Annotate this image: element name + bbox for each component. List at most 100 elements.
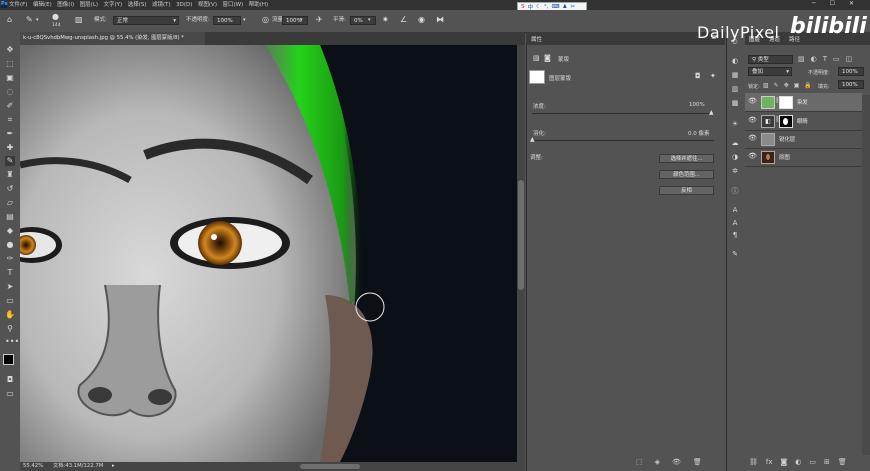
visibility-eye-icon[interactable]: 👁 [748,152,757,160]
invert-button[interactable]: 反相 [659,186,714,195]
flow-input[interactable]: 100% [282,16,308,25]
gradients-panel-icon[interactable]: ▥ [730,84,740,94]
ime-keyboard-icon[interactable]: ⌨ [551,4,559,10]
density-slider-track[interactable] [532,113,714,114]
menu-type[interactable]: 文字(Y) [104,1,128,9]
color-panel-icon[interactable]: ◐ [730,56,740,66]
patterns-panel-icon[interactable]: ▩ [730,98,740,108]
type-tool-icon[interactable]: T [5,268,15,278]
opacity-dropdown-icon[interactable]: ▾ [243,15,246,25]
apply-mask-icon[interactable]: ◈ [655,458,660,466]
color-range-button[interactable]: 颜色范围... [659,170,714,179]
artboard-tool-icon[interactable]: ▣ [5,73,15,83]
ime-punct-icon[interactable]: °, [544,4,549,10]
mode-select[interactable]: 正常 ▾ [113,16,179,25]
character-panel-icon[interactable]: A [730,205,740,215]
brushes-panel-icon[interactable]: ✎ [730,249,740,259]
new-group-icon[interactable]: ▭ [809,458,816,471]
feather-slider-track[interactable] [532,140,714,141]
healing-tool-icon[interactable]: ✚ [5,143,15,153]
path-select-tool-icon[interactable]: ➤ [5,282,15,292]
document-canvas[interactable] [20,45,517,462]
visibility-eye-icon[interactable]: 👁 [748,116,757,124]
filter-shape-icon[interactable]: ▭ [833,55,840,63]
link-layers-icon[interactable]: ⛓ [749,458,758,471]
menu-select[interactable]: 选择(S) [128,1,152,9]
lasso-tool-icon[interactable]: ◌ [5,87,15,97]
density-slider-handle-icon[interactable]: ▲ [709,109,714,116]
visibility-eye-icon[interactable]: 👁 [748,97,757,105]
new-layer-icon[interactable]: ⊞ [824,458,830,471]
layer-mask-thumbnail[interactable] [779,96,793,109]
add-mask-icon[interactable]: ◙ [781,458,788,471]
more-tools-icon[interactable]: ••• [5,337,19,347]
hand-tool-icon[interactable]: ✋ [5,310,15,320]
home-icon[interactable]: ⌂ [7,15,12,25]
blend-mode-select[interactable]: 叠加 ▾ [748,67,792,76]
history-brush-tool-icon[interactable]: ↺ [5,184,15,194]
move-tool-icon[interactable]: ✥ [5,45,15,55]
delete-layer-icon[interactable]: 🗑 [838,458,847,471]
vector-mask-icon[interactable]: ◙ [544,54,551,62]
ime-tools-icon[interactable]: ✂ [570,4,575,10]
layer-row[interactable]: 👁 原图 [745,148,862,167]
symmetry-icon[interactable]: ⧓ [436,15,444,25]
menu-image[interactable]: 图像(I) [57,1,79,9]
stamp-tool-icon[interactable]: ♜ [5,170,15,180]
menu-file[interactable]: 文件(F) [9,1,33,9]
lock-position-icon[interactable]: ✥ [784,82,789,89]
libraries-panel-icon[interactable]: ☁ [730,138,740,148]
foreground-color-swatch[interactable] [3,354,14,365]
menu-layer[interactable]: 图层(L) [80,1,104,9]
layer-row[interactable]: 👁 ◧ ⛓ 眼睛 [745,112,862,131]
density-value[interactable]: 100% [689,102,705,108]
brush-tool-icon[interactable]: ✎ [26,15,33,25]
document-info[interactable]: 文档:43.1M/122.7M [53,462,103,471]
photoshop-logo-icon[interactable]: Ps [1,1,8,8]
quick-mask-icon[interactable]: ◘ [5,375,15,385]
opacity-input[interactable]: 100% [213,16,241,25]
mask-thumbnail[interactable] [529,70,545,84]
layers-scrollbar[interactable] [862,95,870,455]
brush-settings-icon[interactable]: ▨ [75,15,83,25]
learn-panel-icon[interactable]: ☀ [730,119,740,129]
pressure-opacity-icon[interactable]: ◎ [262,15,269,25]
airbrush-icon[interactable]: ✈ [316,15,323,25]
pen-tool-icon[interactable]: ✑ [5,254,15,264]
properties-title[interactable]: 属性 [531,35,542,43]
layer-row[interactable]: 👁 锐化层 [745,130,862,149]
layer-filter-select[interactable]: ⚲ 类型 [748,55,793,64]
menu-help[interactable]: 帮助(H) [249,1,274,9]
canvas-vertical-scroll-thumb[interactable] [518,180,524,290]
canvas-horizontal-scroll-thumb[interactable] [300,464,360,469]
layer-name[interactable]: 眼睛 [797,117,808,125]
layer-style-icon[interactable]: fx [766,458,773,471]
blur-tool-icon[interactable]: ◆ [5,226,15,236]
load-selection-icon[interactable]: ⬚ [636,458,643,466]
feather-value[interactable]: 0.0 像素 [688,129,710,137]
lock-artboard-icon[interactable]: ▣ [794,82,800,89]
add-vector-mask-icon[interactable]: ✦ [710,72,716,80]
lock-paint-icon[interactable]: ✎ [774,82,779,89]
angle-icon[interactable]: ∠ [400,15,407,25]
delete-mask-icon[interactable]: 🗑 [693,458,702,466]
feather-slider-handle-icon[interactable]: ▲ [530,136,535,143]
flow-dropdown-icon[interactable]: ▾ [300,15,303,25]
ime-user-icon[interactable]: ♟ [562,4,567,10]
gradient-tool-icon[interactable]: ▤ [5,212,15,222]
minimize-icon[interactable]: ─ [812,0,816,7]
zoom-tool-icon[interactable]: ⚲ [5,324,15,334]
info-panel-icon[interactable]: ⓘ [730,186,740,196]
fill-input[interactable]: 100% [838,80,864,89]
brush-tool-selected-icon[interactable]: ✎ [5,156,15,166]
ime-moon-icon[interactable]: ☾ [536,4,541,10]
dodge-tool-icon[interactable]: ● [5,240,15,250]
visibility-eye-icon[interactable]: 👁 [748,134,757,142]
pressure-size-icon[interactable]: ◉ [418,15,425,25]
maximize-icon[interactable]: ☐ [830,0,835,7]
eyedropper-tool-icon[interactable]: ✒ [5,129,15,139]
menu-3d[interactable]: 3D(D) [176,1,198,9]
paragraph-panel-icon[interactable]: ¶ [730,230,740,240]
paragraph-style-panel-icon[interactable]: A [730,218,740,228]
layer-row[interactable]: 👁 ⛓ 染发 [745,93,862,112]
